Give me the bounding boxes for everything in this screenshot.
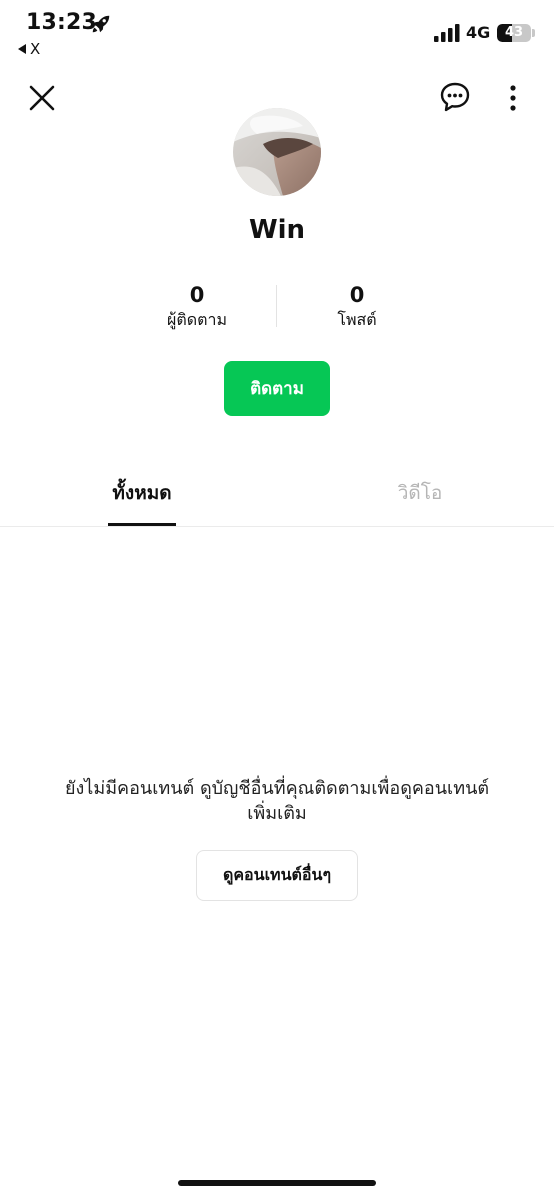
battery-percent: 43	[504, 25, 524, 40]
network-type: 4G	[466, 23, 491, 42]
close-button[interactable]	[26, 82, 58, 114]
status-time: 13:23	[26, 10, 98, 35]
empty-state-message: ยังไม่มีคอนเทนต์ ดูบัญชีอื่นที่คุณติดตาม…	[64, 778, 490, 824]
followers-stat[interactable]: 0 ผู้ติดตาม	[127, 283, 267, 332]
followers-count: 0	[189, 283, 205, 307]
chat-bubble-icon	[440, 82, 470, 112]
posts-stat[interactable]: 0 โพสต์	[287, 283, 427, 332]
stats-divider	[276, 285, 277, 327]
home-indicator[interactable]	[178, 1180, 376, 1186]
tab-video[interactable]: วิดีโอ	[390, 478, 450, 508]
profile-avatar[interactable]	[233, 108, 321, 196]
close-icon	[29, 85, 55, 111]
more-options-button[interactable]	[500, 82, 526, 114]
posts-count: 0	[349, 283, 365, 307]
view-other-content-button[interactable]: ดูคอนเทนต์อื่นๆ	[196, 850, 358, 901]
back-to-app-link[interactable]: X	[18, 40, 40, 58]
tabs-divider	[0, 526, 554, 527]
back-triangle-icon	[18, 44, 26, 54]
tab-all[interactable]: ทั้งหมด	[108, 478, 176, 508]
follow-button[interactable]: ติดตาม	[224, 361, 330, 416]
back-app-label: X	[30, 40, 41, 58]
battery-icon: 43	[497, 24, 531, 42]
followers-label: ผู้ติดตาม	[166, 310, 228, 329]
battery-nub	[532, 29, 535, 37]
posts-label: โพสต์	[337, 310, 377, 329]
rocket-icon	[92, 15, 110, 33]
profile-name: Win	[248, 215, 306, 245]
chat-button[interactable]	[438, 80, 472, 114]
cellular-signal-icon	[434, 24, 460, 42]
more-vertical-icon	[510, 85, 516, 111]
